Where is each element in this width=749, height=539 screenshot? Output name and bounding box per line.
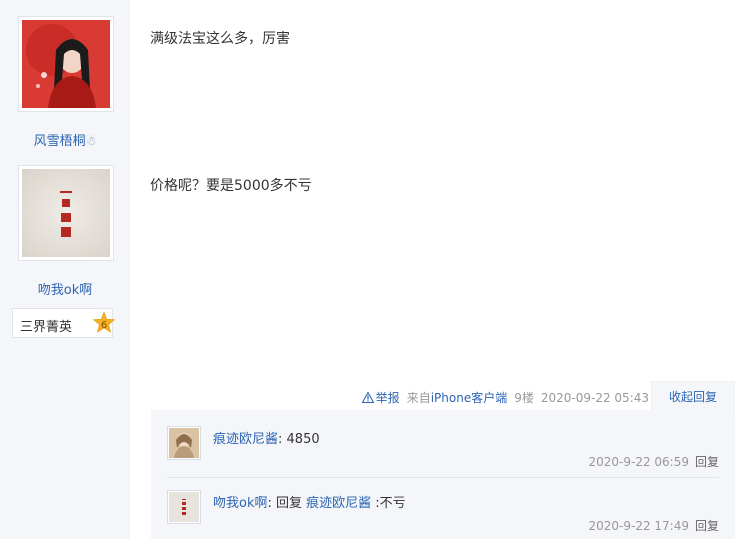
post-datetime: 2020-09-22 05:43 (540, 390, 649, 405)
user-level-badge: 三界菁英 6 (12, 308, 116, 338)
floor-number: 9楼 (514, 391, 534, 405)
reply-footer: 2020-9-22 06:59 回复 (588, 453, 719, 470)
username-1[interactable]: 风雪梧桐☃ (0, 130, 130, 149)
level-number: 6 (101, 320, 107, 331)
reply-avatar[interactable] (167, 490, 201, 524)
reply-time: 2020-9-22 06:59 (588, 455, 689, 469)
avatar-image (169, 428, 199, 458)
reply-box: 痕迹欧尼酱: 4850 2020-9-22 06:59 回复 吻我ok啊: 回复 … (151, 410, 735, 539)
avatar-image (22, 169, 110, 257)
reply-button[interactable]: 回复 (695, 519, 719, 533)
reply-content: 吻我ok啊: 回复 痕迹欧尼酱 :不亏 (213, 496, 406, 511)
avatar-image (22, 20, 110, 108)
user-avatar-2[interactable] (18, 165, 114, 261)
reply-username[interactable]: 吻我ok啊 (213, 496, 267, 511)
collapse-replies-button[interactable]: 收起回复 (651, 381, 735, 411)
user-sidebar: 风雪梧桐☃ 吻我ok啊 三界菁英 6 (0, 0, 130, 539)
reply-text: :不亏 (371, 496, 406, 511)
reply-time: 2020-9-22 17:49 (588, 519, 689, 533)
reply-button[interactable]: 回复 (695, 455, 719, 469)
post-meta: 举报 来自 iPhone客户端 9楼 2020-09-22 05:43 (361, 389, 649, 406)
reply-username[interactable]: 痕迹欧尼酱 (213, 432, 278, 447)
report-link[interactable]: 举报 (361, 389, 400, 406)
reply-text: 4850 (286, 432, 320, 447)
warning-icon (361, 392, 374, 403)
reply-avatar[interactable] (167, 426, 201, 460)
username-2[interactable]: 吻我ok啊 (0, 279, 130, 298)
from-label: 来自 (406, 391, 431, 405)
reply-prefix: 回复 (276, 496, 307, 511)
client-link[interactable]: iPhone客户端 (431, 389, 508, 406)
reply-target-user[interactable]: 痕迹欧尼酱 (306, 496, 371, 511)
post-content-1: 满级法宝这么多，厉害 (150, 31, 290, 47)
reply-content: 痕迹欧尼酱: 4850 (213, 432, 320, 447)
user-avatar-1[interactable] (18, 16, 114, 112)
avatar-image (169, 492, 199, 522)
reply-footer: 2020-9-22 17:49 回复 (588, 517, 719, 534)
reply-divider (167, 477, 719, 478)
level-title: 三界菁英 (20, 320, 73, 335)
post-content-2: 价格呢？要是5000多不亏 (150, 178, 312, 194)
level-star-icon: 6 (92, 311, 116, 333)
snowman-icon: ☃ (85, 134, 97, 148)
